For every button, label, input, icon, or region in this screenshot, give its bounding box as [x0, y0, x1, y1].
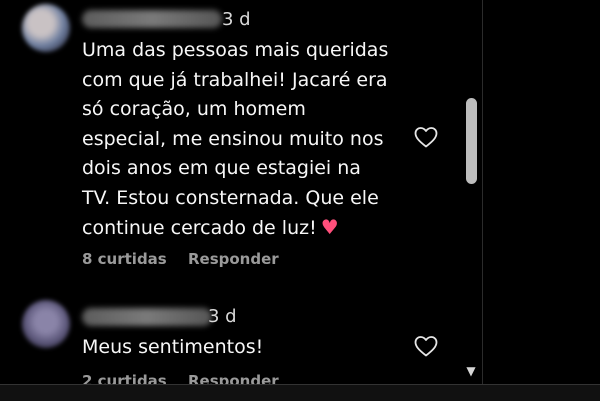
avatar[interactable] [22, 4, 70, 52]
blurred-username[interactable] [82, 10, 222, 28]
bottom-bar [0, 384, 600, 401]
right-panel [482, 0, 600, 400]
comment-text-segment: continue cercado de luz! [82, 217, 317, 239]
comment-text-line: Uma das pessoas mais queridas [82, 39, 389, 61]
comment-text: Uma das pessoas mais queridas com que já… [82, 36, 412, 244]
comment-timestamp: 3 d [222, 9, 251, 30]
scrollbar-track[interactable] [460, 0, 482, 384]
comment-text-line: dois anos em que estagiei na [82, 157, 361, 179]
comment-text-line: só coração, um homem [82, 98, 306, 120]
comment-text-line: com que já trabalhei! Jacaré era [82, 68, 388, 91]
reply-button[interactable]: Responder [188, 250, 279, 268]
likes-count[interactable]: 8 curtidas [82, 250, 167, 268]
heart-outline-icon[interactable] [414, 335, 438, 357]
comment-text-line: especial, me ensinou muito nos [82, 127, 384, 150]
heart-emoji-icon: ♥ [320, 215, 339, 239]
comment-text: Meus sentimentos! [82, 333, 412, 363]
scrollbar-thumb[interactable] [466, 98, 477, 184]
heart-outline-icon[interactable] [414, 126, 438, 148]
comment-timestamp: 3 d [208, 306, 237, 327]
blurred-username[interactable] [82, 308, 212, 326]
scroll-down-arrow-icon[interactable]: ▼ [463, 364, 479, 378]
comment-text-line: Meus sentimentos! [82, 336, 264, 358]
comment-text-line: TV. Estou consternada. Que ele [82, 186, 379, 209]
avatar[interactable] [22, 300, 70, 348]
comment-text-line: continue cercado de luz! ♥ [82, 213, 412, 244]
comments-feed: 3 d Uma das pessoas mais queridas com qu… [0, 0, 460, 400]
comment-meta: 8 curtidas Responder [82, 250, 295, 268]
